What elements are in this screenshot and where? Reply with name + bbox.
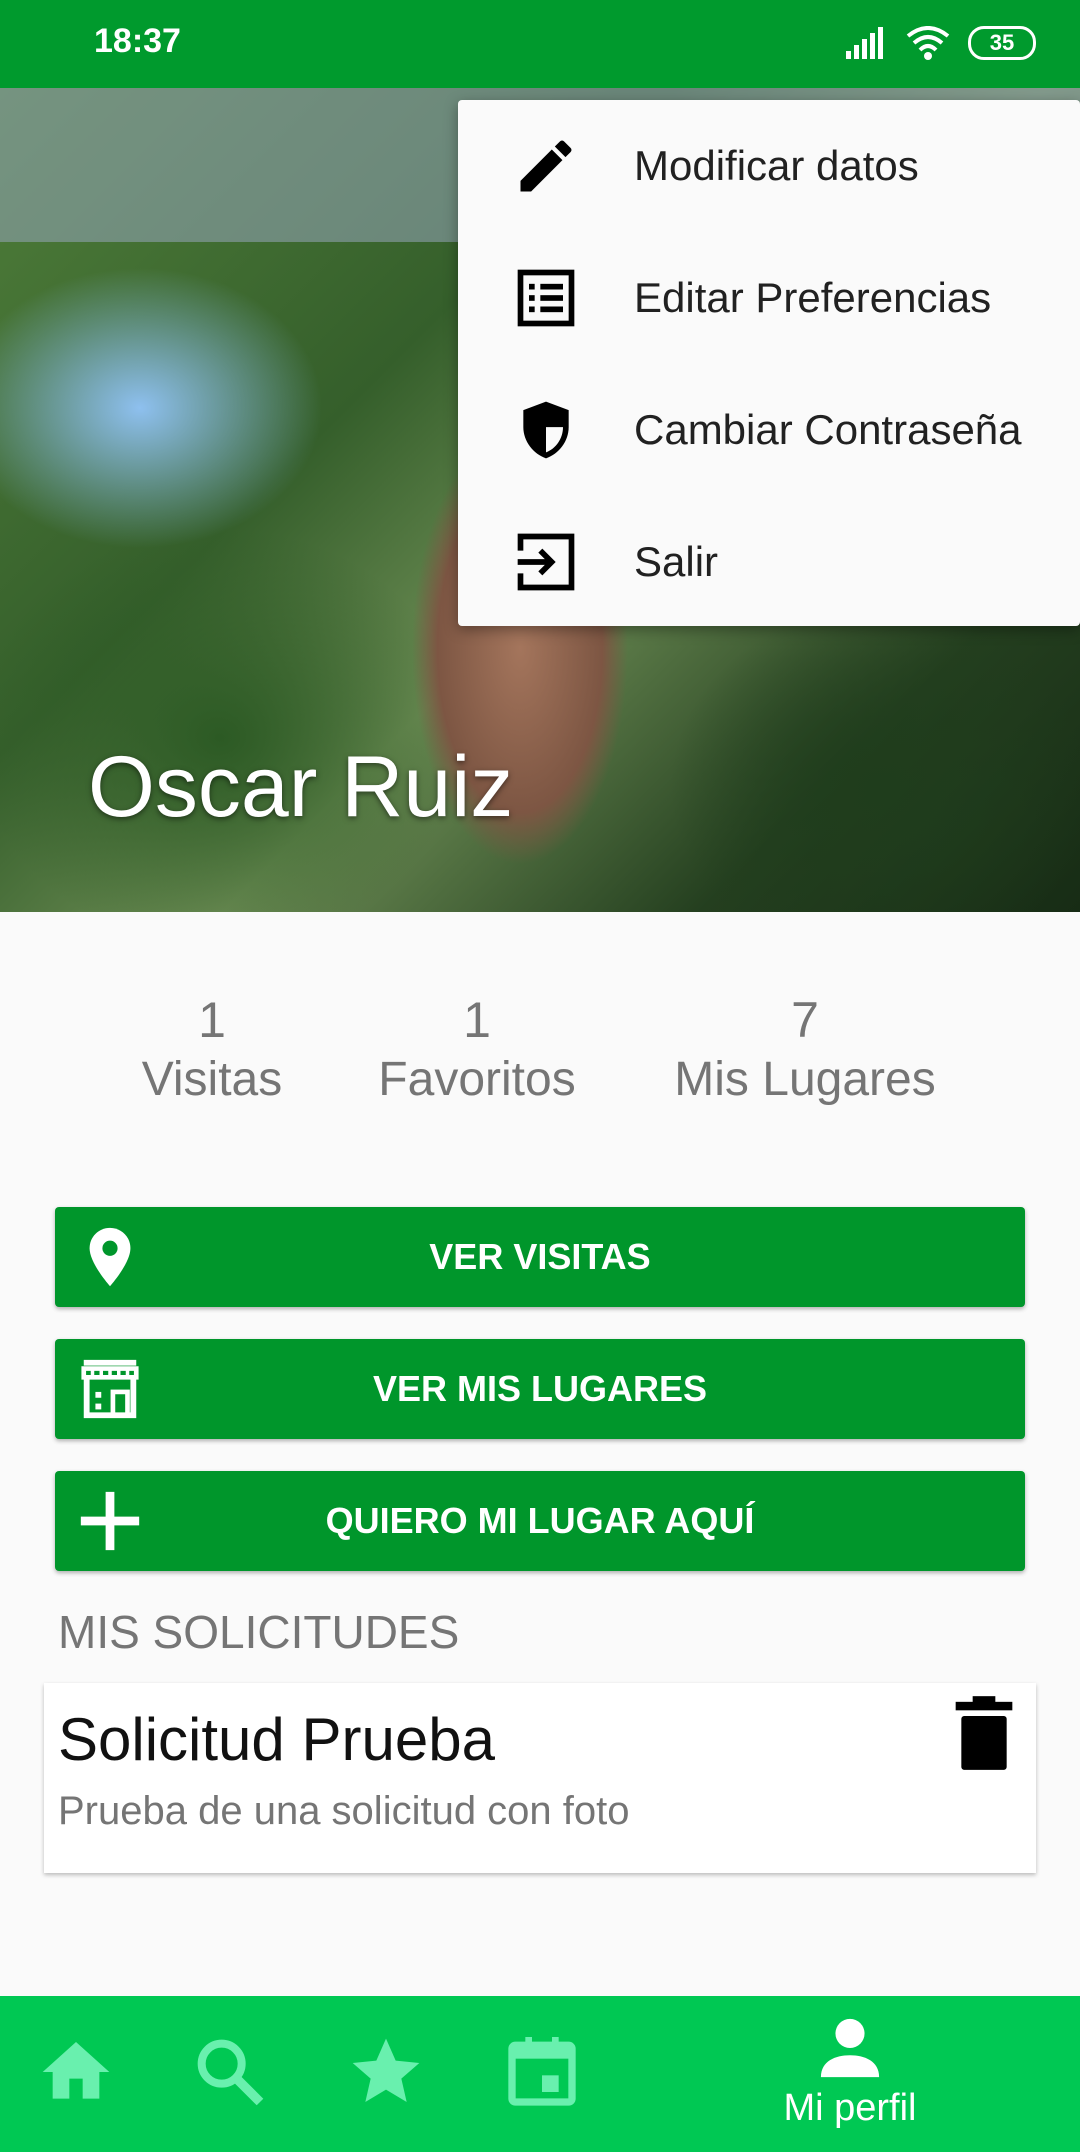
bottom-navigation: Mi perfil (0, 1996, 1080, 2152)
search-icon[interactable] (190, 2032, 270, 2112)
menu-item-label: Cambiar Contraseña (634, 406, 1022, 453)
button-label: VER VISITAS (429, 1236, 651, 1277)
menu-item-label: Salir (634, 538, 719, 585)
menu-item-label: Modificar datos (634, 142, 919, 189)
menu-item-cambiar-contrasena[interactable]: Cambiar Contraseña (458, 364, 1080, 496)
solicitud-description: Prueba de una solicitud con foto (58, 1789, 630, 1833)
exit-icon (517, 533, 575, 591)
wifi-icon (906, 26, 950, 60)
stat-value: 1 (463, 992, 491, 1048)
status-time: 18:37 (94, 22, 181, 60)
stat-label: Visitas (141, 1053, 283, 1106)
status-bar: 18:37 35 (0, 0, 1080, 88)
nav-item-mi-perfil[interactable]: Mi perfil (760, 2016, 940, 2136)
shield-icon (523, 401, 569, 459)
ver-visitas-button[interactable]: VER VISITAS (55, 1207, 1025, 1307)
trash-icon[interactable] (950, 1693, 1018, 1773)
stat-label: Favoritos (378, 1053, 576, 1106)
person-icon (820, 2018, 880, 2078)
solicitud-title: Solicitud Prueba (58, 1706, 495, 1773)
button-label: QUIERO MI LUGAR AQUÍ (325, 1500, 755, 1541)
stat-mis-lugares: 7 Mis Lugares (650, 990, 960, 1110)
section-title: MIS SOLICITUDES (58, 1606, 460, 1658)
ver-mis-lugares-button[interactable]: VER MIS LUGARES (55, 1339, 1025, 1439)
signal-icon (846, 27, 883, 59)
home-icon[interactable] (36, 2032, 116, 2112)
solicitud-card[interactable]: Solicitud Prueba Prueba de una solicitud… (44, 1683, 1036, 1873)
stat-favoritos: 1 Favoritos (362, 990, 592, 1110)
stat-value: 1 (198, 992, 226, 1048)
list-icon (517, 269, 575, 327)
menu-item-editar-preferencias[interactable]: Editar Preferencias (458, 232, 1080, 364)
calendar-icon[interactable] (502, 2032, 582, 2112)
menu-item-modificar-datos[interactable]: Modificar datos (458, 100, 1080, 232)
overflow-menu: Modificar datos Editar Preferencias Camb… (458, 100, 1080, 626)
status-icons: 35 (844, 26, 1036, 60)
stat-label: Mis Lugares (674, 1053, 936, 1106)
stat-value: 7 (791, 992, 819, 1048)
profile-name: Oscar Ruiz (88, 739, 514, 835)
battery-level: 35 (989, 30, 1015, 55)
stat-visitas: 1 Visitas (112, 990, 312, 1110)
menu-item-salir[interactable]: Salir (458, 496, 1080, 628)
battery-icon: 35 (968, 26, 1036, 60)
nav-label: Mi perfil (783, 2087, 917, 2129)
pencil-icon (520, 140, 572, 192)
star-icon[interactable] (346, 2032, 426, 2112)
quiero-mi-lugar-button[interactable]: QUIERO MI LUGAR AQUÍ (55, 1471, 1025, 1571)
menu-item-label: Editar Preferencias (634, 274, 992, 321)
button-label: VER MIS LUGARES (372, 1368, 708, 1409)
